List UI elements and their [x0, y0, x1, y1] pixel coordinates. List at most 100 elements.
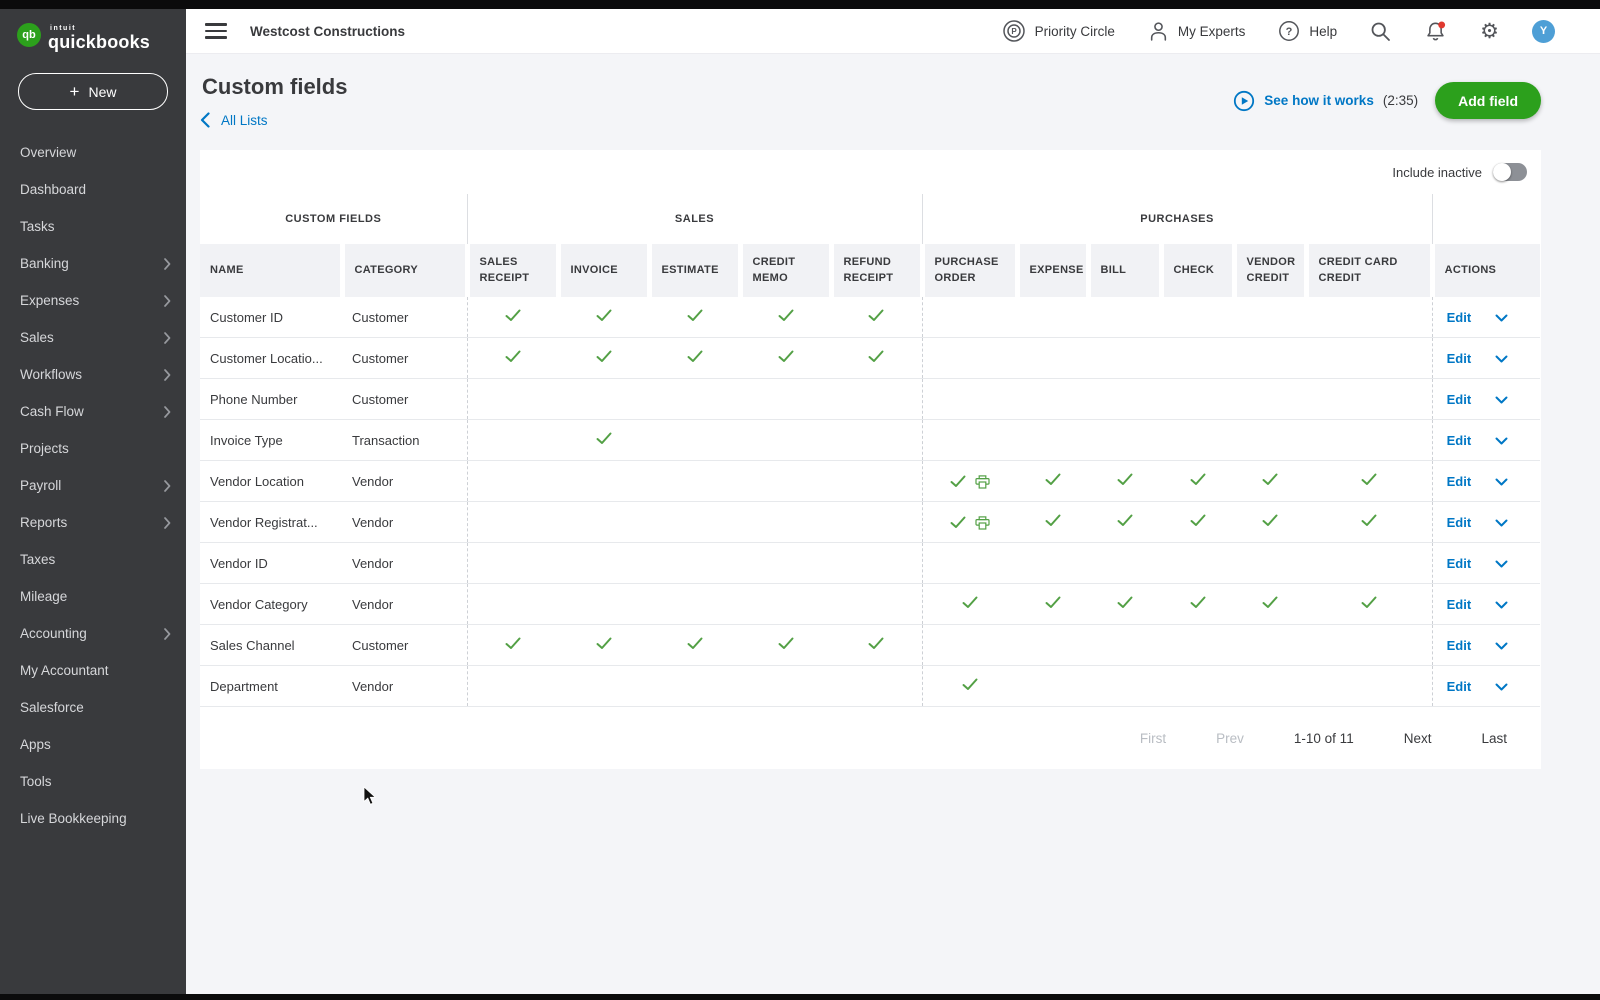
cell-bill — [1088, 420, 1161, 461]
actions-cell: Edit — [1432, 584, 1540, 625]
check-icon — [1262, 514, 1278, 527]
cell-credit-card-credit — [1306, 461, 1432, 502]
sidebar-item-accounting[interactable]: Accounting — [0, 615, 186, 652]
chevron-down-icon[interactable] — [1495, 560, 1508, 569]
actions-cell: Edit — [1432, 338, 1540, 379]
include-inactive-label: Include inactive — [1392, 165, 1482, 180]
chevron-down-icon[interactable] — [1495, 437, 1508, 446]
pagination-prev[interactable]: Prev — [1216, 731, 1244, 746]
priority-circle-button[interactable]: P Priority Circle — [1002, 19, 1115, 43]
quickbooks-logo[interactable]: qb intuit quickbooks — [0, 9, 186, 51]
cell-bill — [1088, 297, 1161, 338]
all-lists-back-link[interactable]: All Lists — [200, 112, 268, 128]
cell-refund-receipt — [831, 297, 922, 338]
sidebar-item-payroll[interactable]: Payroll — [0, 467, 186, 504]
chevron-down-icon[interactable] — [1495, 355, 1508, 364]
actions-cell: Edit — [1432, 502, 1540, 543]
sidebar-item-dashboard[interactable]: Dashboard — [0, 171, 186, 208]
cell-credit-memo — [740, 338, 831, 379]
my-experts-button[interactable]: My Experts — [1148, 21, 1246, 42]
cell-credit-card-credit — [1306, 420, 1432, 461]
chevron-down-icon[interactable] — [1495, 396, 1508, 405]
notifications-button[interactable] — [1424, 20, 1447, 43]
pagination-next[interactable]: Next — [1404, 731, 1432, 746]
edit-link[interactable]: Edit — [1447, 597, 1472, 612]
chevron-down-icon[interactable] — [1495, 314, 1508, 323]
cell-bill — [1088, 338, 1161, 379]
sidebar-item-sales[interactable]: Sales — [0, 319, 186, 356]
sidebar-item-my-accountant[interactable]: My Accountant — [0, 652, 186, 689]
edit-link[interactable]: Edit — [1447, 515, 1472, 530]
sidebar-item-mileage[interactable]: Mileage — [0, 578, 186, 615]
table-row-vendor-category: Vendor CategoryVendorEdit — [200, 584, 1540, 625]
sidebar-item-workflows[interactable]: Workflows — [0, 356, 186, 393]
edit-link[interactable]: Edit — [1447, 638, 1472, 653]
cell-estimate — [649, 338, 740, 379]
include-inactive-toggle[interactable] — [1493, 163, 1527, 181]
sidebar-item-taxes[interactable]: Taxes — [0, 541, 186, 578]
help-button[interactable]: ? Help — [1278, 20, 1337, 42]
sidebar-item-apps[interactable]: Apps — [0, 726, 186, 763]
cell-check — [1161, 666, 1234, 707]
sidebar-item-overview[interactable]: Overview — [0, 134, 186, 171]
sidebar-item-banking[interactable]: Banking — [0, 245, 186, 282]
chevron-down-icon[interactable] — [1495, 601, 1508, 610]
sidebar-item-projects[interactable]: Projects — [0, 430, 186, 467]
cell-invoice — [558, 461, 649, 502]
chevron-down-icon[interactable] — [1495, 683, 1508, 692]
sidebar-item-cash-flow[interactable]: Cash Flow — [0, 393, 186, 430]
edit-link[interactable]: Edit — [1447, 556, 1472, 571]
edit-link[interactable]: Edit — [1447, 351, 1472, 366]
sidebar-item-live-bookkeeping[interactable]: Live Bookkeeping — [0, 800, 186, 837]
sidebar-item-tasks[interactable]: Tasks — [0, 208, 186, 245]
cell-check — [1161, 543, 1234, 584]
sidebar-item-salesforce[interactable]: Salesforce — [0, 689, 186, 726]
cell-estimate — [649, 584, 740, 625]
search-button[interactable] — [1370, 21, 1391, 42]
sidebar-item-expenses[interactable]: Expenses — [0, 282, 186, 319]
pagination-last[interactable]: Last — [1481, 731, 1507, 746]
cell-invoice — [558, 625, 649, 666]
column-header-credit-card-credit: CREDIT CARD CREDIT — [1306, 244, 1432, 297]
chevron-down-icon[interactable] — [1495, 519, 1508, 528]
chevron-right-icon — [164, 517, 171, 529]
cell-check — [1161, 379, 1234, 420]
new-button[interactable]: + New — [18, 73, 168, 110]
cell-estimate — [649, 666, 740, 707]
pagination-first[interactable]: First — [1140, 731, 1166, 746]
quickbooks-app: qb intuit quickbooks + New OverviewDashb… — [0, 9, 1600, 994]
screen: qb intuit quickbooks + New OverviewDashb… — [0, 0, 1600, 1000]
edit-link[interactable]: Edit — [1447, 474, 1472, 489]
custom-fields-card: Include inactive CUSTOM FIELDS SA — [200, 150, 1541, 769]
cell-vendor-credit — [1234, 461, 1306, 502]
top-app-bar: Westcost Constructions P Priority Circle — [186, 9, 1600, 54]
sidebar-item-reports[interactable]: Reports — [0, 504, 186, 541]
gear-icon: ⚙ — [1480, 21, 1499, 42]
cell-bill — [1088, 502, 1161, 543]
company-name[interactable]: Westcost Constructions — [250, 24, 405, 39]
add-field-button[interactable]: Add field — [1435, 82, 1541, 119]
column-header-expense: EXPENSE — [1017, 244, 1088, 297]
settings-button[interactable]: ⚙ — [1480, 21, 1499, 42]
see-how-it-works-link[interactable]: See how it works (2:35) — [1233, 90, 1418, 112]
cell-vendor-credit — [1234, 297, 1306, 338]
cell-expense — [1017, 420, 1088, 461]
cell-sales-receipt — [467, 338, 558, 379]
cell-credit-card-credit — [1306, 502, 1432, 543]
chevron-down-icon[interactable] — [1495, 478, 1508, 487]
edit-link[interactable]: Edit — [1447, 433, 1472, 448]
sidebar-item-tools[interactable]: Tools — [0, 763, 186, 800]
edit-link[interactable]: Edit — [1447, 679, 1472, 694]
field-name: Vendor Registrat... — [200, 502, 342, 543]
column-header-credit-memo: CREDIT MEMO — [740, 244, 831, 297]
field-category: Vendor — [342, 502, 467, 543]
check-icon — [962, 596, 978, 609]
cell-invoice — [558, 543, 649, 584]
cell-purchase-order — [922, 502, 1017, 543]
chevron-down-icon[interactable] — [1495, 642, 1508, 651]
edit-link[interactable]: Edit — [1447, 310, 1472, 325]
avatar[interactable]: Y — [1532, 20, 1555, 43]
edit-link[interactable]: Edit — [1447, 392, 1472, 407]
check-icon — [778, 637, 794, 650]
hamburger-menu-icon[interactable] — [205, 23, 227, 39]
